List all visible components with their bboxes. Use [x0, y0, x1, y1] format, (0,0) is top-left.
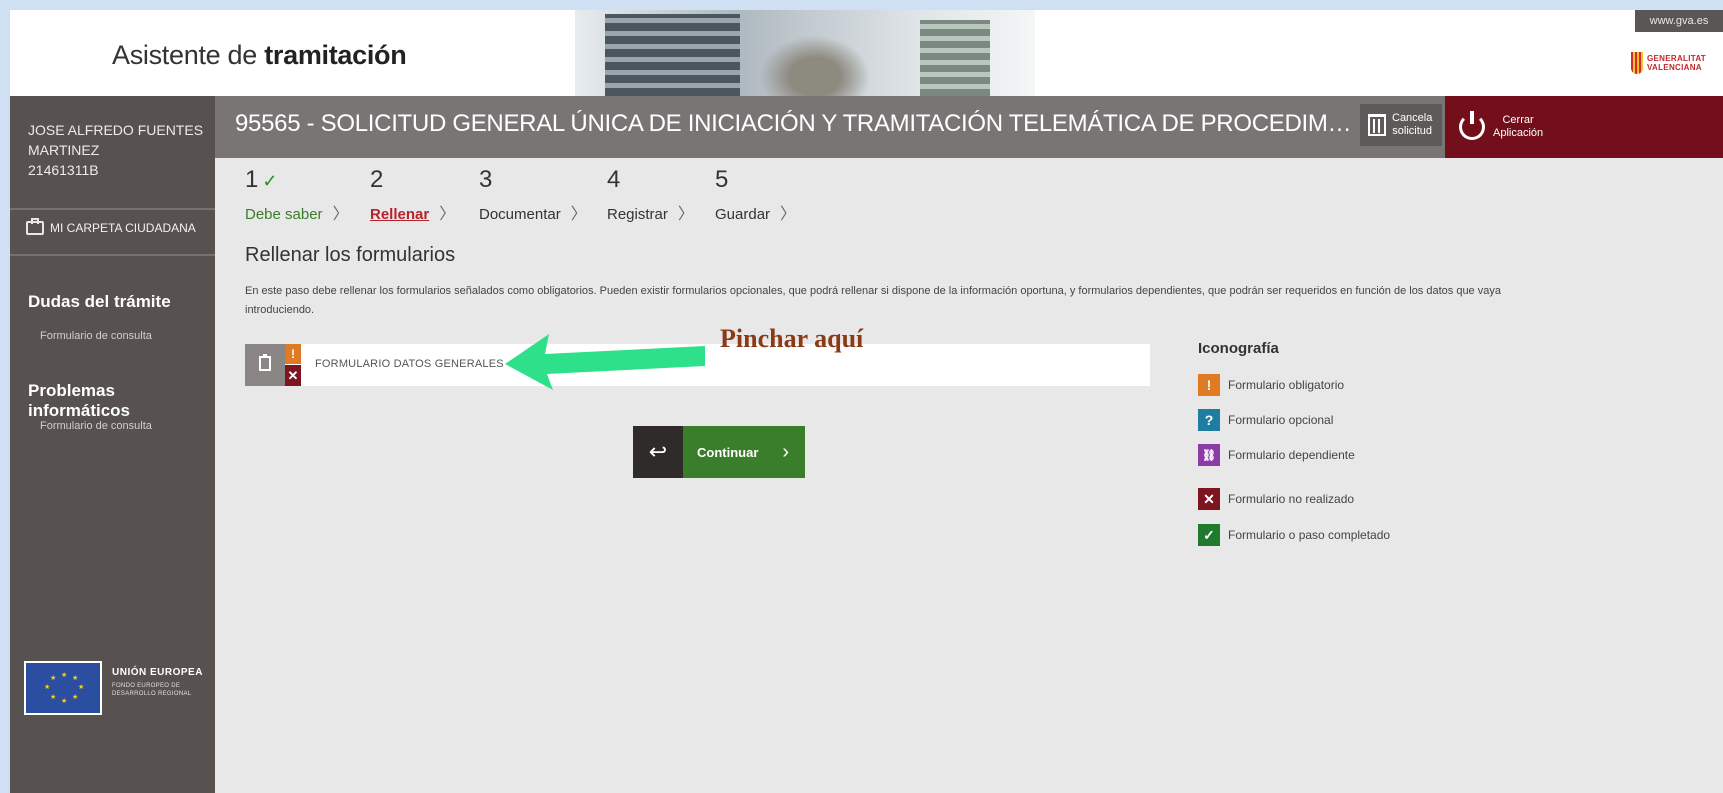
legend-label: Formulario opcional: [1228, 413, 1334, 427]
step-label: Guardar: [715, 206, 771, 223]
annotation-arrow-icon: [505, 334, 705, 390]
close-label-1: Cerrar: [1502, 114, 1534, 126]
chevron-right-icon: 〉: [570, 206, 587, 223]
legend-item: ✓ Formulario o paso completado: [1198, 524, 1390, 546]
legend-title: Iconografía: [1198, 340, 1279, 357]
procedure-title: 95565 - SOLICITUD GENERAL ÚNICA DE INICI…: [235, 110, 1355, 137]
step-number: 5: [715, 166, 729, 193]
main-content: 95565 - SOLICITUD GENERAL ÚNICA DE INICI…: [215, 96, 1723, 793]
power-icon: [1459, 111, 1485, 140]
close-label-2: Aplicación: [1493, 127, 1544, 139]
page-header: Asistente de tramitación www.gva.es GENE…: [10, 10, 1723, 96]
mi-carpeta-label: MI CARPETA CIUDADANA: [50, 221, 196, 235]
step-2[interactable]: 2 Rellenar 〉: [370, 166, 455, 224]
step-number: 2: [370, 166, 384, 193]
optional-icon: ?: [1198, 409, 1220, 431]
cancel-label-1: Cancela: [1392, 112, 1433, 124]
legend-label: Formulario obligatorio: [1228, 378, 1345, 392]
continue-label: Continuar: [697, 444, 759, 460]
step-label: Registrar: [607, 206, 668, 223]
eu-subtitle-line2: DESARROLLO REGIONAL: [112, 691, 192, 697]
step-label: Documentar: [479, 206, 561, 223]
legend-item: ✕ Formulario no realizado: [1198, 488, 1354, 510]
section-title: Rellenar los formularios: [245, 244, 456, 266]
legend-label: Formulario no realizado: [1228, 492, 1355, 506]
chevron-right-icon: 〉: [439, 206, 456, 223]
step-5[interactable]: 5 Guardar 〉: [715, 166, 796, 224]
legend-item: ? Formulario opcional: [1198, 409, 1333, 431]
banner-trees: [755, 32, 875, 96]
eu-logo: ★ ★ ★ ★ ★ ★ ★ ★ UNIÓN EUROPEA FONDO EUROPEO D…: [24, 661, 203, 715]
header-banner-image: [575, 10, 1035, 96]
banner-building-left: [605, 14, 740, 96]
cancel-request-button[interactable]: Cancela solicitud: [1360, 104, 1442, 146]
legend-label: Formulario dependiente: [1228, 448, 1355, 462]
legend-item: ⛓ Formulario dependiente: [1198, 444, 1355, 466]
chevron-right-icon: 〉: [332, 206, 349, 223]
clipboard-icon: [245, 344, 285, 386]
chevron-right-icon: ›: [782, 440, 789, 463]
sidebar-divider: [10, 208, 215, 210]
step-label: Rellenar: [370, 206, 430, 223]
not-done-icon: ✕: [1198, 488, 1220, 510]
user-info: JOSE ALFREDO FUENTES MARTINEZ 21461311B: [28, 120, 208, 180]
app-frame: Asistente de tramitación www.gva.es GENE…: [10, 10, 1723, 793]
eu-flag-icon: ★ ★ ★ ★ ★ ★ ★ ★: [24, 661, 102, 715]
section-description: En este paso debe rellenar los formulari…: [245, 285, 1501, 316]
dudas-consulta-link[interactable]: Formulario de consulta: [40, 330, 152, 342]
problemas-heading: Problemas informáticos: [28, 381, 131, 420]
back-button[interactable]: ↩: [633, 426, 683, 478]
user-name-line2: MARTINEZ: [28, 142, 100, 158]
not-done-icon: ✕: [285, 365, 301, 386]
mandatory-icon: !: [285, 344, 301, 364]
step-1[interactable]: 1 ✓ Debe saber 〉: [245, 166, 349, 224]
chevron-right-icon: 〉: [677, 206, 694, 223]
annotation-text: Pinchar aquí: [720, 324, 864, 353]
sidebar-divider: [10, 254, 215, 256]
step-number: 3: [479, 166, 493, 193]
step-number: 1: [245, 166, 259, 193]
step-number: 4: [607, 166, 621, 193]
navigation-buttons: ↩ Continuar ›: [633, 426, 805, 478]
icon-legend: Iconografía ! Formulario obligatorio ? F…: [1198, 340, 1390, 546]
app-title-bold: tramitación: [264, 40, 407, 70]
banner-building-right: [920, 20, 990, 96]
generalitat-logo[interactable]: GENERALITAT VALENCIANA: [1631, 48, 1715, 78]
cancel-label-2: solicitud: [1392, 125, 1433, 137]
eu-subtitle: FONDO EUROPEO DE DESARROLLO REGIONAL: [112, 682, 203, 698]
check-icon: ✓: [262, 171, 278, 191]
logo-text-2: VALENCIANA: [1647, 63, 1702, 72]
eu-subtitle-line1: FONDO EUROPEO DE: [112, 683, 181, 689]
close-application-button[interactable]: Cerrar Aplicación: [1445, 96, 1723, 158]
user-name-line1: JOSE ALFREDO FUENTES: [28, 122, 204, 138]
step-3[interactable]: 3 Documentar 〉: [479, 166, 587, 224]
logo-text-1: GENERALITAT: [1647, 54, 1706, 63]
gva-link[interactable]: www.gva.es: [1635, 10, 1723, 32]
generalitat-shield-icon: [1631, 52, 1643, 74]
legend-item: ! Formulario obligatorio: [1198, 374, 1344, 396]
legend-label: Formulario o paso completado: [1228, 528, 1391, 542]
procedure-titlebar: 95565 - SOLICITUD GENERAL ÚNICA DE INICI…: [215, 96, 1723, 158]
folder-icon: [26, 218, 44, 235]
eu-title: UNIÓN EUROPEA: [112, 667, 203, 678]
app-title-prefix: Asistente de: [112, 40, 265, 70]
form-name[interactable]: FORMULARIO DATOS GENERALES: [315, 358, 504, 370]
mandatory-icon: !: [1198, 374, 1220, 396]
mi-carpeta-link[interactable]: MI CARPETA CIUDADANA: [26, 218, 196, 235]
problemas-consulta-link[interactable]: Formulario de consulta: [40, 420, 152, 432]
completed-icon: ✓: [1198, 524, 1220, 546]
step-label: Debe saber: [245, 206, 323, 223]
step-4[interactable]: 4 Registrar 〉: [607, 166, 694, 224]
app-title: Asistente de tramitación: [112, 40, 407, 71]
chevron-right-icon: 〉: [780, 206, 797, 223]
dudas-heading: Dudas del trámite: [28, 292, 171, 311]
sidebar: JOSE ALFREDO FUENTES MARTINEZ 21461311B …: [10, 96, 215, 793]
user-id: 21461311B: [28, 162, 99, 178]
continue-button[interactable]: Continuar ›: [683, 426, 805, 478]
link-icon: ⛓: [1198, 444, 1220, 466]
back-arrow-icon: ↩: [648, 439, 668, 464]
trash-icon: [1368, 114, 1386, 136]
